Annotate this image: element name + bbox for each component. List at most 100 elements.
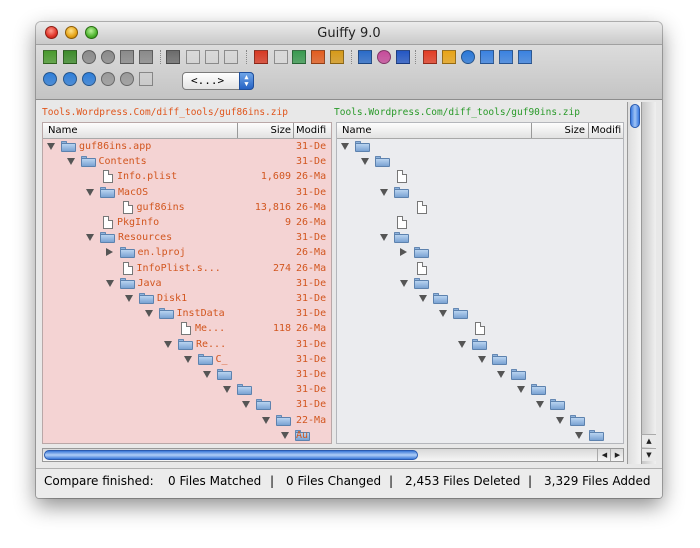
scroll-right-arrow-icon[interactable]: ▶ xyxy=(610,449,624,461)
right-file-pane[interactable]: Name Size Modifi xyxy=(336,122,624,444)
refresh-icon[interactable] xyxy=(461,50,475,64)
disclosure-expanded-icon[interactable] xyxy=(438,310,447,318)
branch-icon[interactable] xyxy=(166,50,180,64)
scroll-down-arrow-icon[interactable]: ▼ xyxy=(641,448,656,461)
single-pane-icon[interactable] xyxy=(518,50,532,64)
save-icon[interactable] xyxy=(120,50,134,64)
disclosure-expanded-icon[interactable] xyxy=(419,295,427,302)
tree-row[interactable] xyxy=(337,382,623,397)
disclosure-expanded-icon[interactable] xyxy=(222,386,231,394)
disclosure-expanded-icon[interactable] xyxy=(144,310,153,318)
horizontal-scroll-thumb[interactable] xyxy=(44,450,418,460)
disclosure-expanded-icon[interactable] xyxy=(497,371,505,378)
tree-row[interactable]: en.lproj 26-Ma xyxy=(43,245,331,260)
tree-row[interactable]: Au xyxy=(43,428,331,443)
down-arrow-icon[interactable] xyxy=(82,72,96,86)
tree-row[interactable]: Contents 31-De xyxy=(43,154,331,169)
column-divider[interactable] xyxy=(237,123,238,138)
disclosure-collapsed-icon[interactable] xyxy=(105,248,113,257)
paste-icon[interactable] xyxy=(205,50,219,64)
help-icon[interactable] xyxy=(396,50,410,64)
navigation-select[interactable]: <...> ▲ ▼ xyxy=(182,72,254,90)
tree-row[interactable]: Disk1 31-De xyxy=(43,291,331,306)
column-divider[interactable] xyxy=(588,123,589,138)
bookmark-icon[interactable] xyxy=(330,50,344,64)
find-icon[interactable] xyxy=(274,50,288,64)
disclosure-expanded-icon[interactable] xyxy=(380,234,388,242)
side-by-side-icon[interactable] xyxy=(480,50,494,64)
column-divider[interactable] xyxy=(293,123,294,138)
disclosure-expanded-icon[interactable] xyxy=(575,431,583,439)
disclosure-expanded-icon[interactable] xyxy=(281,431,289,439)
horizontal-scrollbar[interactable]: ◀ ▶ xyxy=(42,448,624,462)
tree-row[interactable]: 31-De xyxy=(43,367,331,382)
tree-row[interactable] xyxy=(337,276,623,291)
disclosure-expanded-icon[interactable] xyxy=(261,416,270,424)
open-file-icon[interactable] xyxy=(43,50,57,64)
over-under-icon[interactable] xyxy=(499,50,513,64)
disclosure-expanded-icon[interactable] xyxy=(183,355,192,363)
web-icon[interactable] xyxy=(423,50,437,64)
stop-icon[interactable] xyxy=(101,72,115,86)
options-icon[interactable] xyxy=(377,50,391,64)
tree-row[interactable] xyxy=(337,261,623,276)
column-divider[interactable] xyxy=(531,123,532,138)
previous-diff-icon[interactable] xyxy=(82,50,96,64)
tree-row[interactable]: Me... 118 26-Ma xyxy=(43,321,331,336)
disclosure-expanded-icon[interactable] xyxy=(555,416,564,424)
chart-icon[interactable] xyxy=(358,50,372,64)
right-size-column-header[interactable]: Size xyxy=(533,123,585,138)
up-arrow-icon[interactable] xyxy=(63,72,77,86)
tree-row[interactable] xyxy=(337,397,623,412)
scroll-up-arrow-icon[interactable]: ▲ xyxy=(641,434,656,447)
sync-scroll-indicator[interactable] xyxy=(627,102,642,464)
tree-row[interactable]: PkgInfo 9 26-Ma xyxy=(43,215,331,230)
disclosure-expanded-icon[interactable] xyxy=(47,143,55,150)
save-file-icon[interactable] xyxy=(63,50,77,64)
tree-row[interactable]: InstData 31-De xyxy=(43,306,331,321)
right-modified-column-header[interactable]: Modifi xyxy=(591,123,621,138)
sort-icon[interactable] xyxy=(139,72,153,86)
left-name-column-header[interactable]: Name xyxy=(48,123,78,138)
disclosure-expanded-icon[interactable] xyxy=(86,188,94,196)
left-size-column-header[interactable]: Size xyxy=(239,123,291,138)
tree-row[interactable]: Resources 31-De xyxy=(43,230,331,245)
disclosure-expanded-icon[interactable] xyxy=(399,279,408,287)
copy-icon[interactable] xyxy=(186,50,200,64)
tree-row[interactable]: guf86ins 13,816 26-Ma xyxy=(43,200,331,215)
back-arrow-icon[interactable] xyxy=(43,72,57,86)
tree-row[interactable] xyxy=(337,291,623,306)
print-icon[interactable] xyxy=(139,50,153,64)
scroll-left-arrow-icon[interactable]: ◀ xyxy=(597,449,611,461)
disclosure-expanded-icon[interactable] xyxy=(477,355,486,363)
left-file-pane[interactable]: Name Size Modifi guf86ins.app 31-De Conten… xyxy=(42,122,332,444)
tree-row[interactable]: guf86ins.app 31-De xyxy=(43,139,331,154)
stepper-arrows-icon[interactable]: ▲ ▼ xyxy=(239,72,254,90)
tree-row[interactable] xyxy=(337,230,623,245)
tree-row[interactable] xyxy=(337,352,623,367)
tree-row[interactable]: C_ 31-De xyxy=(43,352,331,367)
disclosure-expanded-icon[interactable] xyxy=(105,279,114,287)
tree-row[interactable]: Java 31-De xyxy=(43,276,331,291)
disclosure-expanded-icon[interactable] xyxy=(536,401,544,409)
disclosure-expanded-icon[interactable] xyxy=(66,158,75,166)
tree-row[interactable]: 22-Ma xyxy=(43,413,331,428)
disclosure-expanded-icon[interactable] xyxy=(86,234,94,242)
vertical-scrollbar[interactable] xyxy=(641,102,656,464)
tree-row[interactable] xyxy=(337,413,623,428)
tree-row[interactable] xyxy=(337,139,623,154)
disclosure-expanded-icon[interactable] xyxy=(380,188,388,196)
tree-row[interactable] xyxy=(337,185,623,200)
tools-icon[interactable] xyxy=(292,50,306,64)
tree-row[interactable] xyxy=(337,321,623,336)
report-icon[interactable] xyxy=(254,50,268,64)
disclosure-expanded-icon[interactable] xyxy=(125,295,133,302)
disclosure-expanded-icon[interactable] xyxy=(341,143,349,150)
tree-row[interactable] xyxy=(337,367,623,382)
disclosure-expanded-icon[interactable] xyxy=(360,158,369,166)
tree-row[interactable] xyxy=(337,337,623,352)
record-icon[interactable] xyxy=(120,72,134,86)
tree-row[interactable]: InfoPlist.s... 274 26-Ma xyxy=(43,261,331,276)
edit-icon[interactable] xyxy=(224,50,238,64)
right-name-column-header[interactable]: Name xyxy=(342,123,372,138)
